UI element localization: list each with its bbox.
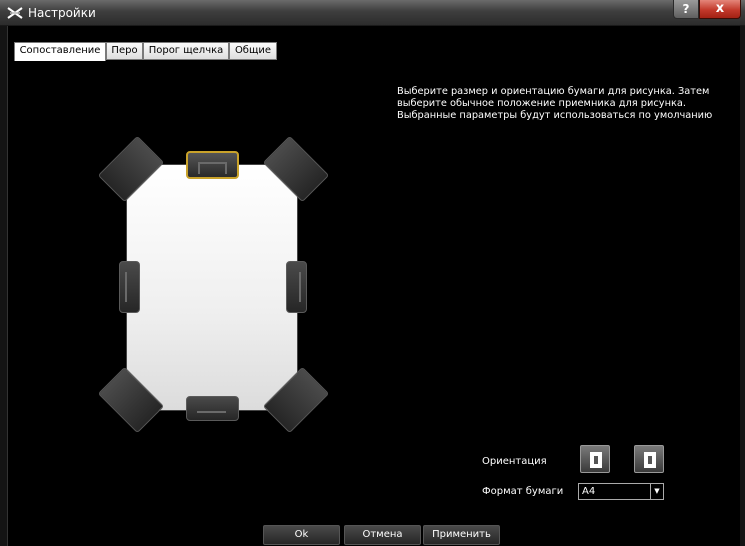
paper-area [127, 165, 297, 410]
instructions-text: Выберите размер и ориентацию бумаги для … [397, 86, 713, 121]
title-bar: Настройки ? x [0, 0, 745, 26]
paper-format-label: Формат бумаги [482, 486, 564, 497]
tab-general[interactable]: Общие [229, 42, 277, 60]
receiver-right-center[interactable] [286, 261, 307, 313]
portrait-alt-icon[interactable] [634, 445, 664, 473]
window-title: Настройки [28, 6, 96, 20]
orientation-label: Ориентация [482, 456, 547, 467]
close-button[interactable]: x [699, 0, 741, 19]
window-frame-right [740, 26, 745, 546]
portrait-icon[interactable] [580, 445, 610, 473]
settings-window: Настройки ? x Сопоставление Перо Порог щ… [0, 0, 745, 546]
help-button[interactable]: ? [673, 0, 699, 19]
apply-button[interactable]: Применить [423, 525, 500, 545]
chevron-down-icon: ▼ [650, 484, 663, 499]
receiver-top-center[interactable] [186, 151, 239, 179]
pen-tablet-icon [7, 7, 23, 19]
paper-format-select[interactable]: A4 ▼ [578, 483, 664, 500]
receiver-left-center[interactable] [119, 261, 140, 313]
ok-button[interactable]: Ok [263, 525, 340, 545]
tab-pen[interactable]: Перо [106, 42, 143, 60]
window-frame-left [0, 26, 8, 546]
cancel-button[interactable]: Отмена [344, 525, 421, 545]
paper-format-value: A4 [582, 486, 596, 497]
tab-click-threshold[interactable]: Порог щелчка [143, 42, 229, 60]
receiver-bottom-center[interactable] [186, 396, 239, 421]
tab-mapping[interactable]: Сопоставление [14, 42, 106, 61]
